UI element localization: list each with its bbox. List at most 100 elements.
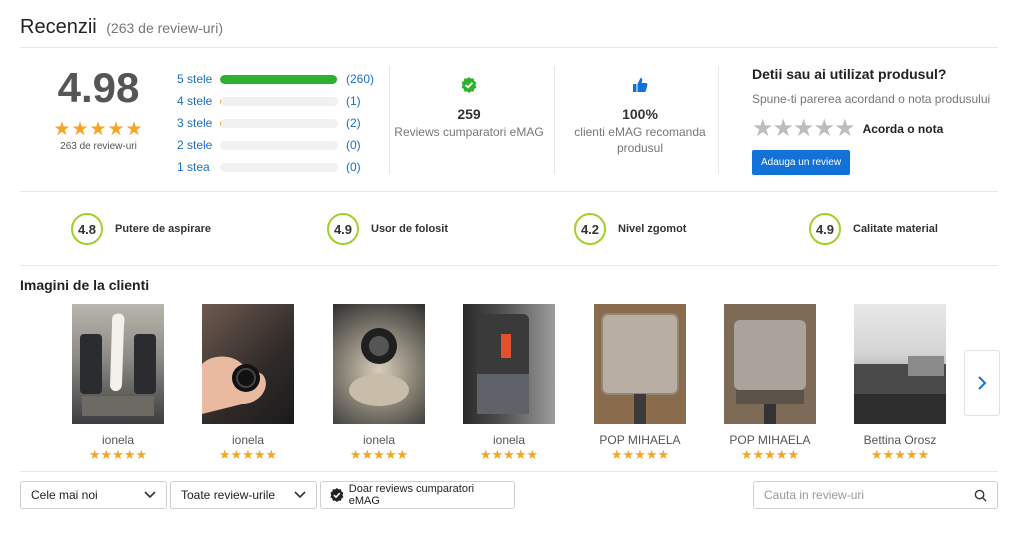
distribution-bar	[220, 96, 338, 106]
reviews-title: Recenzii (263 de review-uri)	[20, 16, 223, 39]
verified-badge-icon	[330, 487, 344, 503]
customer-image-tile[interactable]: ionela ★★★★★	[202, 304, 294, 463]
distribution-label[interactable]: 5 stele	[177, 72, 220, 86]
criteria-item: 4.8 Putere de aspirare	[71, 213, 211, 245]
image-author: ionela	[231, 433, 265, 447]
distribution-row-4[interactable]: 4 stele (1)	[177, 90, 374, 112]
average-stars: ★★★★★	[53, 119, 144, 140]
recommend-percent: 100%	[622, 106, 658, 122]
average-rating-block: 4.98 ★★★★★ 263 de review-uri	[20, 64, 177, 152]
criteria-item: 4.9 Usor de folosit	[327, 213, 448, 245]
distribution-row-5[interactable]: 5 stele (260)	[177, 68, 374, 90]
write-review-title: Detii sau ai utilizat produsul?	[752, 66, 947, 82]
search-icon[interactable]	[974, 489, 987, 502]
average-review-count: 263 de review-uri	[60, 141, 137, 152]
criteria-item: 4.2 Nivel zgomot	[574, 213, 686, 245]
distribution-bar-fill	[220, 74, 337, 84]
criteria-name: Calitate material	[853, 223, 938, 235]
image-rating-stars: ★★★★★	[740, 447, 800, 462]
distribution-label[interactable]: 2 stele	[177, 138, 220, 152]
distribution-bar	[220, 162, 338, 172]
criteria-score: 4.2	[574, 213, 606, 245]
customer-photo[interactable]	[854, 304, 946, 424]
distribution-row-3[interactable]: 3 stele (2)	[177, 112, 374, 134]
review-type-select[interactable]: Toate review-urile	[170, 481, 317, 509]
divider	[20, 265, 998, 266]
rating-distribution: 5 stele (260) 4 stele (1) 3 stele (2) 2 …	[177, 68, 374, 178]
divider	[20, 47, 998, 48]
verified-count: 259	[457, 106, 481, 122]
criteria-score: 4.9	[327, 213, 359, 245]
image-author: ionela	[101, 433, 135, 447]
distribution-count[interactable]: (1)	[346, 94, 361, 108]
customer-photo[interactable]	[333, 304, 425, 424]
image-rating-stars: ★★★★★	[610, 447, 670, 462]
distribution-bar	[220, 118, 338, 128]
add-review-button[interactable]: Adauga un review	[752, 150, 851, 175]
review-search-box[interactable]	[753, 481, 998, 509]
chevron-down-icon	[294, 491, 306, 499]
rate-product: ★★★★★ Acorda o nota	[752, 114, 990, 143]
customer-photo[interactable]	[724, 304, 816, 424]
vertical-divider	[389, 66, 390, 174]
average-score: 4.98	[57, 64, 140, 111]
thumbs-up-icon	[565, 76, 715, 94]
criteria-name: Usor de folosit	[371, 223, 449, 235]
distribution-bar-fill	[220, 118, 221, 128]
verified-buyers-stat: 259 Reviews cumparatori eMAG	[394, 76, 544, 140]
customer-image-tile[interactable]: POP MIHAELA ★★★★★	[724, 304, 816, 463]
chevron-down-icon	[144, 491, 156, 499]
carousel-next-button[interactable]	[964, 350, 1000, 416]
write-review-block: Detii sau ai utilizat produsul? Spune-ti…	[752, 66, 990, 175]
customer-photo[interactable]	[202, 304, 294, 424]
distribution-label[interactable]: 4 stele	[177, 94, 220, 108]
distribution-count[interactable]: (2)	[346, 116, 361, 130]
customer-image-tile[interactable]: ionela ★★★★★	[72, 304, 164, 463]
review-count-label: (263 de review-uri)	[106, 20, 223, 36]
customer-photo[interactable]	[463, 304, 555, 424]
image-rating-stars: ★★★★★	[218, 447, 278, 462]
distribution-count[interactable]: (260)	[346, 72, 374, 86]
vertical-divider	[718, 66, 719, 174]
criteria-name: Putere de aspirare	[115, 223, 211, 235]
vertical-divider	[554, 66, 555, 174]
verified-filter-toggle[interactable]: Doar reviews cumparatori eMAG	[320, 481, 515, 509]
review-type-select-value: Toate review-urile	[181, 488, 276, 502]
customer-photo[interactable]	[594, 304, 686, 424]
image-rating-stars: ★★★★★	[349, 447, 409, 462]
image-rating-stars: ★★★★★	[870, 447, 930, 462]
customer-image-tile[interactable]: POP MIHAELA ★★★★★	[594, 304, 686, 463]
divider	[20, 191, 998, 192]
criteria-score: 4.9	[809, 213, 841, 245]
distribution-count[interactable]: (0)	[346, 138, 361, 152]
customer-images-title: Imagini de la clienti	[20, 277, 150, 293]
recommend-label: clienti eMAG recomanda produsul	[574, 125, 706, 155]
distribution-bar	[220, 74, 338, 84]
distribution-row-1[interactable]: 1 stea (0)	[177, 156, 374, 178]
distribution-row-2[interactable]: 2 stele (0)	[177, 134, 374, 156]
image-rating-stars: ★★★★★	[88, 447, 148, 462]
distribution-label[interactable]: 1 stea	[177, 160, 220, 174]
chevron-right-icon	[978, 376, 987, 390]
rate-label: Acorda o nota	[862, 121, 944, 136]
image-rating-stars: ★★★★★	[479, 447, 539, 462]
customer-image-tile[interactable]: ionela ★★★★★	[333, 304, 425, 463]
customer-image-tile[interactable]: ionela ★★★★★	[463, 304, 555, 463]
verified-label: Reviews cumparatori eMAG	[394, 125, 544, 139]
distribution-count[interactable]: (0)	[346, 160, 361, 174]
verified-filter-label: Doar reviews cumparatori eMAG	[348, 483, 475, 507]
review-search-input[interactable]	[764, 488, 964, 502]
criteria-item: 4.9 Calitate material	[809, 213, 938, 245]
rating-stars-input[interactable]: ★★★★★	[752, 114, 856, 143]
customer-image-tile[interactable]: Bettina Orosz ★★★★★	[854, 304, 946, 463]
image-author: POP MIHAELA	[729, 433, 811, 447]
customer-photo[interactable]	[72, 304, 164, 424]
sort-select[interactable]: Cele mai noi	[20, 481, 167, 509]
image-author: Bettina Orosz	[863, 433, 937, 447]
distribution-label[interactable]: 3 stele	[177, 116, 220, 130]
sort-select-value: Cele mai noi	[31, 488, 98, 502]
image-author: POP MIHAELA	[599, 433, 681, 447]
recommend-stat: 100% clienti eMAG recomanda produsul	[565, 76, 715, 156]
distribution-bar	[220, 140, 338, 150]
write-review-prompt: Spune-ti parerea acordand o nota produsu…	[752, 92, 991, 106]
